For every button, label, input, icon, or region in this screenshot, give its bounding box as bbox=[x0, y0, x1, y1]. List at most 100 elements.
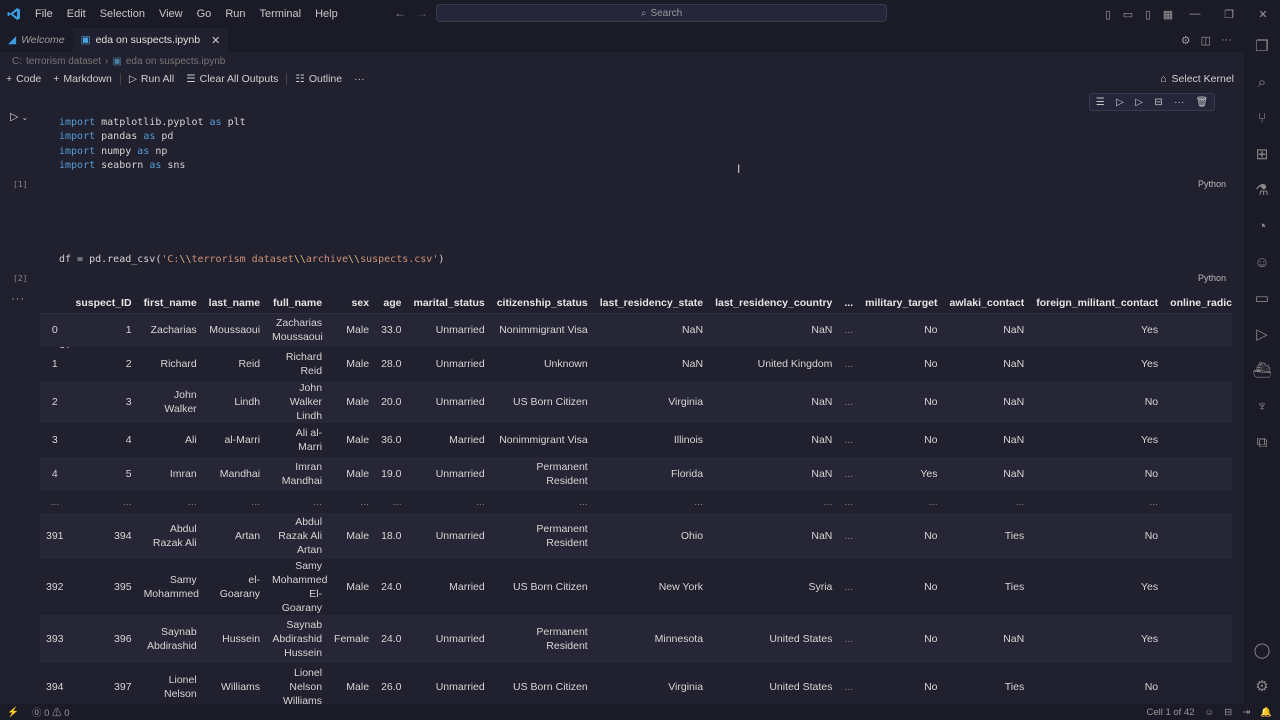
outline-button[interactable]: ☷ Outline bbox=[289, 73, 348, 85]
table-cell: ... bbox=[360, 496, 370, 508]
breadcrumb-file[interactable]: eda on suspects.ipynb bbox=[126, 56, 226, 67]
run-cell-button[interactable]: ▷ ⌄ bbox=[10, 110, 28, 123]
table-cell: Lionel Nelson bbox=[163, 674, 197, 700]
cell-language-label[interactable]: Python bbox=[1198, 179, 1226, 189]
table-cell: Virginia bbox=[593, 381, 710, 423]
window-controls: ▯ ▭ ▯ ▦ — ❐ ✕ bbox=[1098, 0, 1280, 28]
problems-indicator[interactable]: ⓪ 0 ⚠ 0 bbox=[32, 705, 70, 719]
table-cell: Williams bbox=[220, 681, 261, 693]
extensions-icon[interactable]: ⊞ bbox=[1244, 136, 1280, 172]
minimize-icon[interactable]: — bbox=[1178, 8, 1212, 20]
close-window-icon[interactable]: ✕ bbox=[1246, 8, 1280, 21]
notifications-bell-icon[interactable]: 🔔 bbox=[1260, 707, 1272, 718]
table-cell: el-Goarany bbox=[219, 574, 261, 600]
tab-label: eda on suspects.ipynb bbox=[95, 34, 201, 46]
column-header: age bbox=[375, 293, 408, 314]
tab-notebook[interactable]: ▣ eda on suspects.ipynb ✕ bbox=[72, 28, 229, 52]
run-by-line-icon[interactable]: ☰ bbox=[1096, 97, 1105, 108]
delete-cell-icon[interactable]: 🗑 bbox=[1196, 97, 1209, 108]
source-control-icon[interactable]: ⑂ bbox=[1244, 100, 1280, 136]
editor-actions: ⚙ ◫ ··· bbox=[1181, 28, 1244, 52]
python-icon[interactable]: ♆ bbox=[1244, 388, 1280, 424]
code-cell-1[interactable]: import matplotlib.pyplot as plt import pa… bbox=[59, 116, 246, 174]
column-header: foreign_militant_contact bbox=[1030, 293, 1165, 314]
tab-welcome[interactable]: ◢ Welcome bbox=[0, 28, 73, 52]
close-tab-icon[interactable]: ✕ bbox=[211, 34, 220, 47]
more-toolbar-button[interactable]: ··· bbox=[348, 73, 371, 85]
table-cell: Samy Mohammed El-Goarany bbox=[272, 560, 328, 614]
table-cell: 3 bbox=[69, 381, 138, 423]
add-code-button[interactable]: + Code bbox=[0, 73, 47, 85]
docker-icon[interactable]: ⛴ bbox=[1244, 352, 1280, 388]
toggle-panel-icon[interactable]: ▭ bbox=[1118, 8, 1138, 21]
column-header: awlaki_contact bbox=[943, 293, 1031, 314]
run-debug-icon[interactable]: ▷ bbox=[1244, 316, 1280, 352]
menu-terminal[interactable]: Terminal bbox=[253, 0, 309, 28]
testing-icon[interactable]: ⚗ bbox=[1244, 172, 1280, 208]
execute-above-icon[interactable]: ▷ bbox=[1116, 97, 1124, 108]
code-keyword: import bbox=[59, 160, 96, 172]
toggle-primary-sidebar-icon[interactable]: ▯ bbox=[1098, 8, 1118, 21]
menu-file[interactable]: File bbox=[28, 0, 60, 28]
table-cell: Nonimmigrant Visa bbox=[499, 434, 588, 446]
indent-icon[interactable]: ⇥ bbox=[1242, 707, 1250, 718]
table-cell: ... bbox=[844, 496, 854, 508]
more-actions-icon[interactable]: ··· bbox=[1221, 34, 1232, 46]
forward-arrow-icon[interactable]: → bbox=[416, 6, 428, 20]
search-icon[interactable]: ⌕ bbox=[1244, 64, 1280, 100]
menu-selection[interactable]: Selection bbox=[93, 0, 152, 28]
menu-edit[interactable]: Edit bbox=[60, 0, 93, 28]
notebook-toolbar: + Code + Markdown ▷ Run All ☰ Clear All … bbox=[0, 70, 1244, 88]
copilot-icon[interactable]: ☺ bbox=[1244, 244, 1280, 280]
cell-position-indicator[interactable]: Cell 1 of 42 bbox=[1146, 707, 1194, 718]
breadcrumb-drive[interactable]: C: bbox=[12, 56, 22, 67]
customize-layout-icon[interactable]: ▦ bbox=[1158, 8, 1178, 21]
split-cell-icon[interactable]: ⊟ bbox=[1154, 97, 1162, 108]
breadcrumb-folder[interactable]: terrorism dataset bbox=[26, 56, 101, 67]
menu-go[interactable]: Go bbox=[190, 0, 219, 28]
settings-gear-icon[interactable]: ⚙ bbox=[1181, 34, 1191, 47]
remote-display-icon[interactable]: ⧉ bbox=[1244, 424, 1280, 460]
menu-run[interactable]: Run bbox=[218, 0, 252, 28]
cell-language-label[interactable]: Python bbox=[1198, 273, 1226, 283]
table-cell: ... bbox=[1015, 496, 1025, 508]
table-cell: No bbox=[1030, 381, 1165, 423]
column-header: full_name bbox=[266, 293, 329, 314]
execute-below-icon[interactable]: ▷ bbox=[1135, 97, 1143, 108]
restore-icon[interactable]: ❐ bbox=[1212, 8, 1246, 21]
editor-tab-bar: ◢ Welcome ▣ eda on suspects.ipynb ✕ ⚙ ◫ … bbox=[0, 28, 1244, 52]
menu-view[interactable]: View bbox=[152, 0, 190, 28]
split-editor-icon[interactable]: ◫ bbox=[1201, 34, 1211, 47]
table-cell: Virginia bbox=[668, 681, 704, 693]
remote-explorer-icon[interactable]: ▭ bbox=[1244, 280, 1280, 316]
search-icon: ⌕ bbox=[640, 7, 647, 19]
column-header: ... bbox=[838, 293, 860, 314]
table-cell: No bbox=[924, 581, 938, 593]
copilot-status-icon[interactable]: ☺ bbox=[1205, 707, 1215, 718]
menu-help[interactable]: Help bbox=[308, 0, 345, 28]
table-row: 393 396 Saynab Abdirashid Hussein Saynab Abd… bbox=[40, 615, 1232, 663]
output-actions-icon[interactable]: ··· bbox=[11, 293, 25, 305]
add-markdown-button[interactable]: + Markdown bbox=[47, 73, 118, 85]
toggle-secondary-sidebar-icon[interactable]: ▯ bbox=[1138, 8, 1158, 21]
back-arrow-icon[interactable]: ← bbox=[394, 6, 406, 20]
remote-indicator-icon[interactable]: ⚡ bbox=[0, 707, 26, 718]
git-graph-icon[interactable]: ◔ bbox=[1244, 208, 1280, 244]
row-index: ... bbox=[50, 496, 60, 508]
more-cell-actions-icon[interactable]: ··· bbox=[1174, 97, 1184, 108]
code-string: suspects.csv' bbox=[360, 253, 439, 265]
table-cell: No bbox=[859, 513, 944, 559]
select-kernel-button[interactable]: ⌂ Select Kernel bbox=[1160, 73, 1234, 85]
table-cell: 396 bbox=[69, 615, 138, 663]
chevron-down-icon[interactable]: ⌄ bbox=[22, 113, 29, 122]
manage-gear-icon[interactable]: ⚙ bbox=[1244, 668, 1280, 704]
code-identifier: numpy bbox=[95, 145, 138, 157]
account-icon[interactable]: ◯ bbox=[1244, 632, 1280, 668]
column-header: first_name bbox=[137, 293, 203, 314]
clear-outputs-button[interactable]: ☰ Clear All Outputs bbox=[180, 73, 284, 85]
run-all-button[interactable]: ▷ Run All bbox=[123, 73, 180, 85]
layout-icon[interactable]: ⊟ bbox=[1224, 707, 1232, 718]
row-index: 1 bbox=[51, 358, 58, 370]
search-box[interactable]: ⌕ Search bbox=[436, 4, 887, 22]
explorer-icon[interactable]: ❐ bbox=[1244, 28, 1280, 64]
